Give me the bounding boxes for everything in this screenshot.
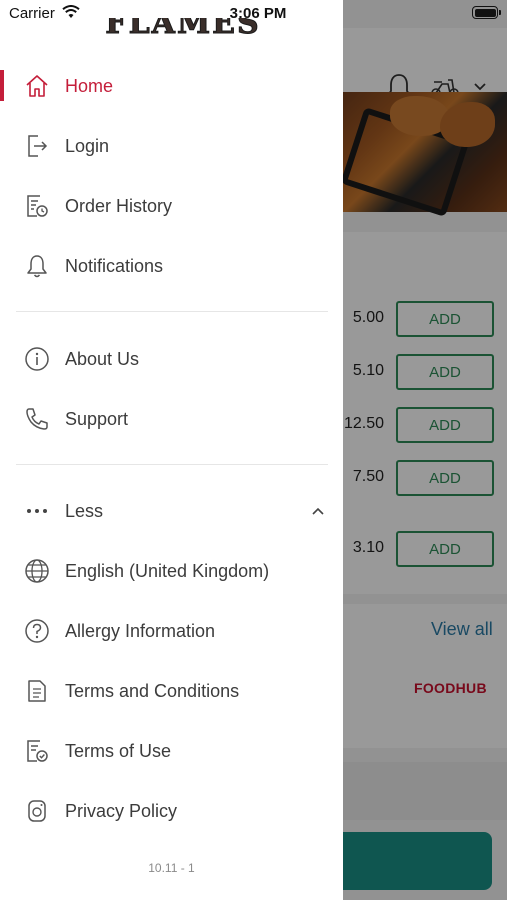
menu-item-label: English (United Kingdom) (65, 561, 270, 581)
menu-item-label: Allergy Information (65, 621, 216, 641)
menu-item-language[interactable]: English (United Kingdom) (0, 541, 343, 601)
menu-divider (16, 464, 328, 465)
menu-divider (16, 311, 328, 312)
info-icon (24, 346, 50, 372)
menu-item-label: Support (65, 409, 129, 429)
menu-item-about-us[interactable]: About Us (0, 329, 343, 389)
menu-item-label: Terms of Use (65, 741, 172, 761)
globe-icon (24, 558, 50, 584)
menu-item-label: Privacy Policy (65, 801, 178, 821)
menu-item-label: Order History (65, 196, 173, 216)
bell-icon (24, 253, 50, 279)
phone-icon (24, 406, 50, 432)
status-bar: Carrier 3:06 PM (0, 0, 507, 28)
battery-icon (472, 6, 501, 19)
menu-item-home[interactable]: Home (0, 56, 343, 116)
menu-item-label: Notifications (65, 256, 164, 276)
menu-item-label: Terms and Conditions (65, 681, 240, 701)
menu-item-label: Less (65, 501, 104, 521)
navigation-drawer: FLAMES Home Login Order History Notifica… (0, 0, 343, 900)
menu-item-terms-and-conditions[interactable]: Terms and Conditions (0, 661, 343, 721)
menu-item-less[interactable]: Less (0, 481, 343, 541)
login-icon (24, 133, 50, 159)
menu-item-label: Home (65, 76, 114, 96)
carrier-label: Carrier (9, 5, 55, 22)
menu-item-label: About Us (65, 349, 140, 369)
wifi-icon (62, 5, 80, 19)
menu-item-privacy-policy[interactable]: Privacy Policy (0, 781, 343, 841)
menu-item-support[interactable]: Support (0, 389, 343, 449)
menu-item-notifications[interactable]: Notifications (0, 236, 343, 296)
home-icon (24, 73, 50, 99)
app-version: 10.11 - 1 (148, 861, 195, 875)
menu-item-allergy-information[interactable]: Allergy Information (0, 601, 343, 661)
question-icon (24, 618, 50, 644)
order-history-icon (24, 193, 50, 219)
menu-item-order-history[interactable]: Order History (0, 176, 343, 236)
menu-item-login[interactable]: Login (0, 116, 343, 176)
status-time: 3:06 PM (229, 5, 287, 22)
document-icon (24, 678, 50, 704)
chevron-up-icon[interactable] (310, 505, 326, 517)
document-check-icon (24, 738, 50, 764)
more-dots-icon (24, 498, 50, 524)
privacy-icon (24, 798, 50, 824)
menu-item-terms-of-use[interactable]: Terms of Use (0, 721, 343, 781)
menu-item-label: Login (65, 136, 110, 156)
